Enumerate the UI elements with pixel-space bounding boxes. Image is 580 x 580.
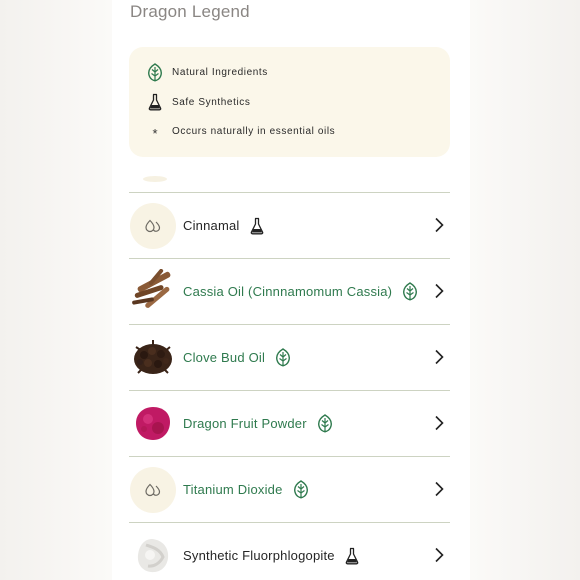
leaf-icon <box>146 62 164 82</box>
ingredient-panel: Dragon Legend Natural Ingredients Safe S… <box>112 0 470 580</box>
list-item-partial <box>129 174 450 193</box>
leaf-icon <box>317 414 333 433</box>
ingredient-name: Dragon Fruit Powder <box>183 416 307 431</box>
ingredient-row-clove-bud-oil[interactable]: Clove Bud Oil <box>129 325 450 391</box>
ingredient-list: Cinnamal Cassia Oil (Cinnnamomum Cassia)… <box>129 193 450 580</box>
ingredient-name: Titanium Dioxide <box>183 482 283 497</box>
ingredient-row-synthetic-fluorphlogopite[interactable]: Synthetic Fluorphlogopite <box>129 523 450 580</box>
ingredient-name: Synthetic Fluorphlogopite <box>183 548 335 563</box>
mica-powder-image <box>130 533 176 579</box>
leaf-icon <box>402 282 418 301</box>
chevron-right-icon[interactable] <box>434 481 444 502</box>
ingredient-row-cassia-oil[interactable]: Cassia Oil (Cinnnamomum Cassia) <box>129 259 450 325</box>
ingredient-row-cinnamal[interactable]: Cinnamal <box>129 193 450 259</box>
chevron-right-icon[interactable] <box>434 283 444 304</box>
droplets-icon <box>130 466 176 513</box>
leaf-icon <box>293 480 309 499</box>
ingredient-name: Cassia Oil (Cinnnamomum Cassia) <box>183 284 393 299</box>
leaf-icon <box>275 348 291 367</box>
ingredient-row-titanium-dioxide[interactable]: Titanium Dioxide <box>129 457 450 523</box>
asterisk-icon: * <box>152 126 158 141</box>
droplets-icon <box>130 202 176 249</box>
page-title: Dragon Legend <box>130 2 250 21</box>
legend-label: Natural Ingredients <box>172 66 268 78</box>
partial-thumbnail <box>143 176 167 182</box>
legend-item-natural: Natural Ingredients <box>146 62 268 82</box>
ingredient-row-dragon-fruit-powder[interactable]: Dragon Fruit Powder <box>129 391 450 457</box>
legend-label: Safe Synthetics <box>172 96 251 108</box>
background-left <box>0 0 112 580</box>
legend-item-synthetic: Safe Synthetics <box>146 92 250 112</box>
cassia-bark-image <box>130 268 176 315</box>
legend-label: Occurs naturally in essential oils <box>172 125 336 137</box>
legend-item-essential-oils: * Occurs naturally in essential oils <box>146 121 335 141</box>
flask-icon <box>250 217 264 235</box>
chevron-right-icon[interactable] <box>434 415 444 436</box>
chevron-right-icon[interactable] <box>434 349 444 370</box>
chevron-right-icon[interactable] <box>434 217 444 238</box>
ingredient-name: Cinnamal <box>183 218 240 233</box>
legend-box: Natural Ingredients Safe Synthetics * Oc… <box>129 47 450 157</box>
flask-icon <box>345 547 359 565</box>
flask-icon <box>146 92 164 112</box>
chevron-right-icon[interactable] <box>434 547 444 568</box>
ingredient-name: Clove Bud Oil <box>183 350 266 365</box>
dragon-fruit-powder-image <box>130 401 176 447</box>
clove-buds-image <box>130 335 176 381</box>
background-right <box>470 0 580 580</box>
